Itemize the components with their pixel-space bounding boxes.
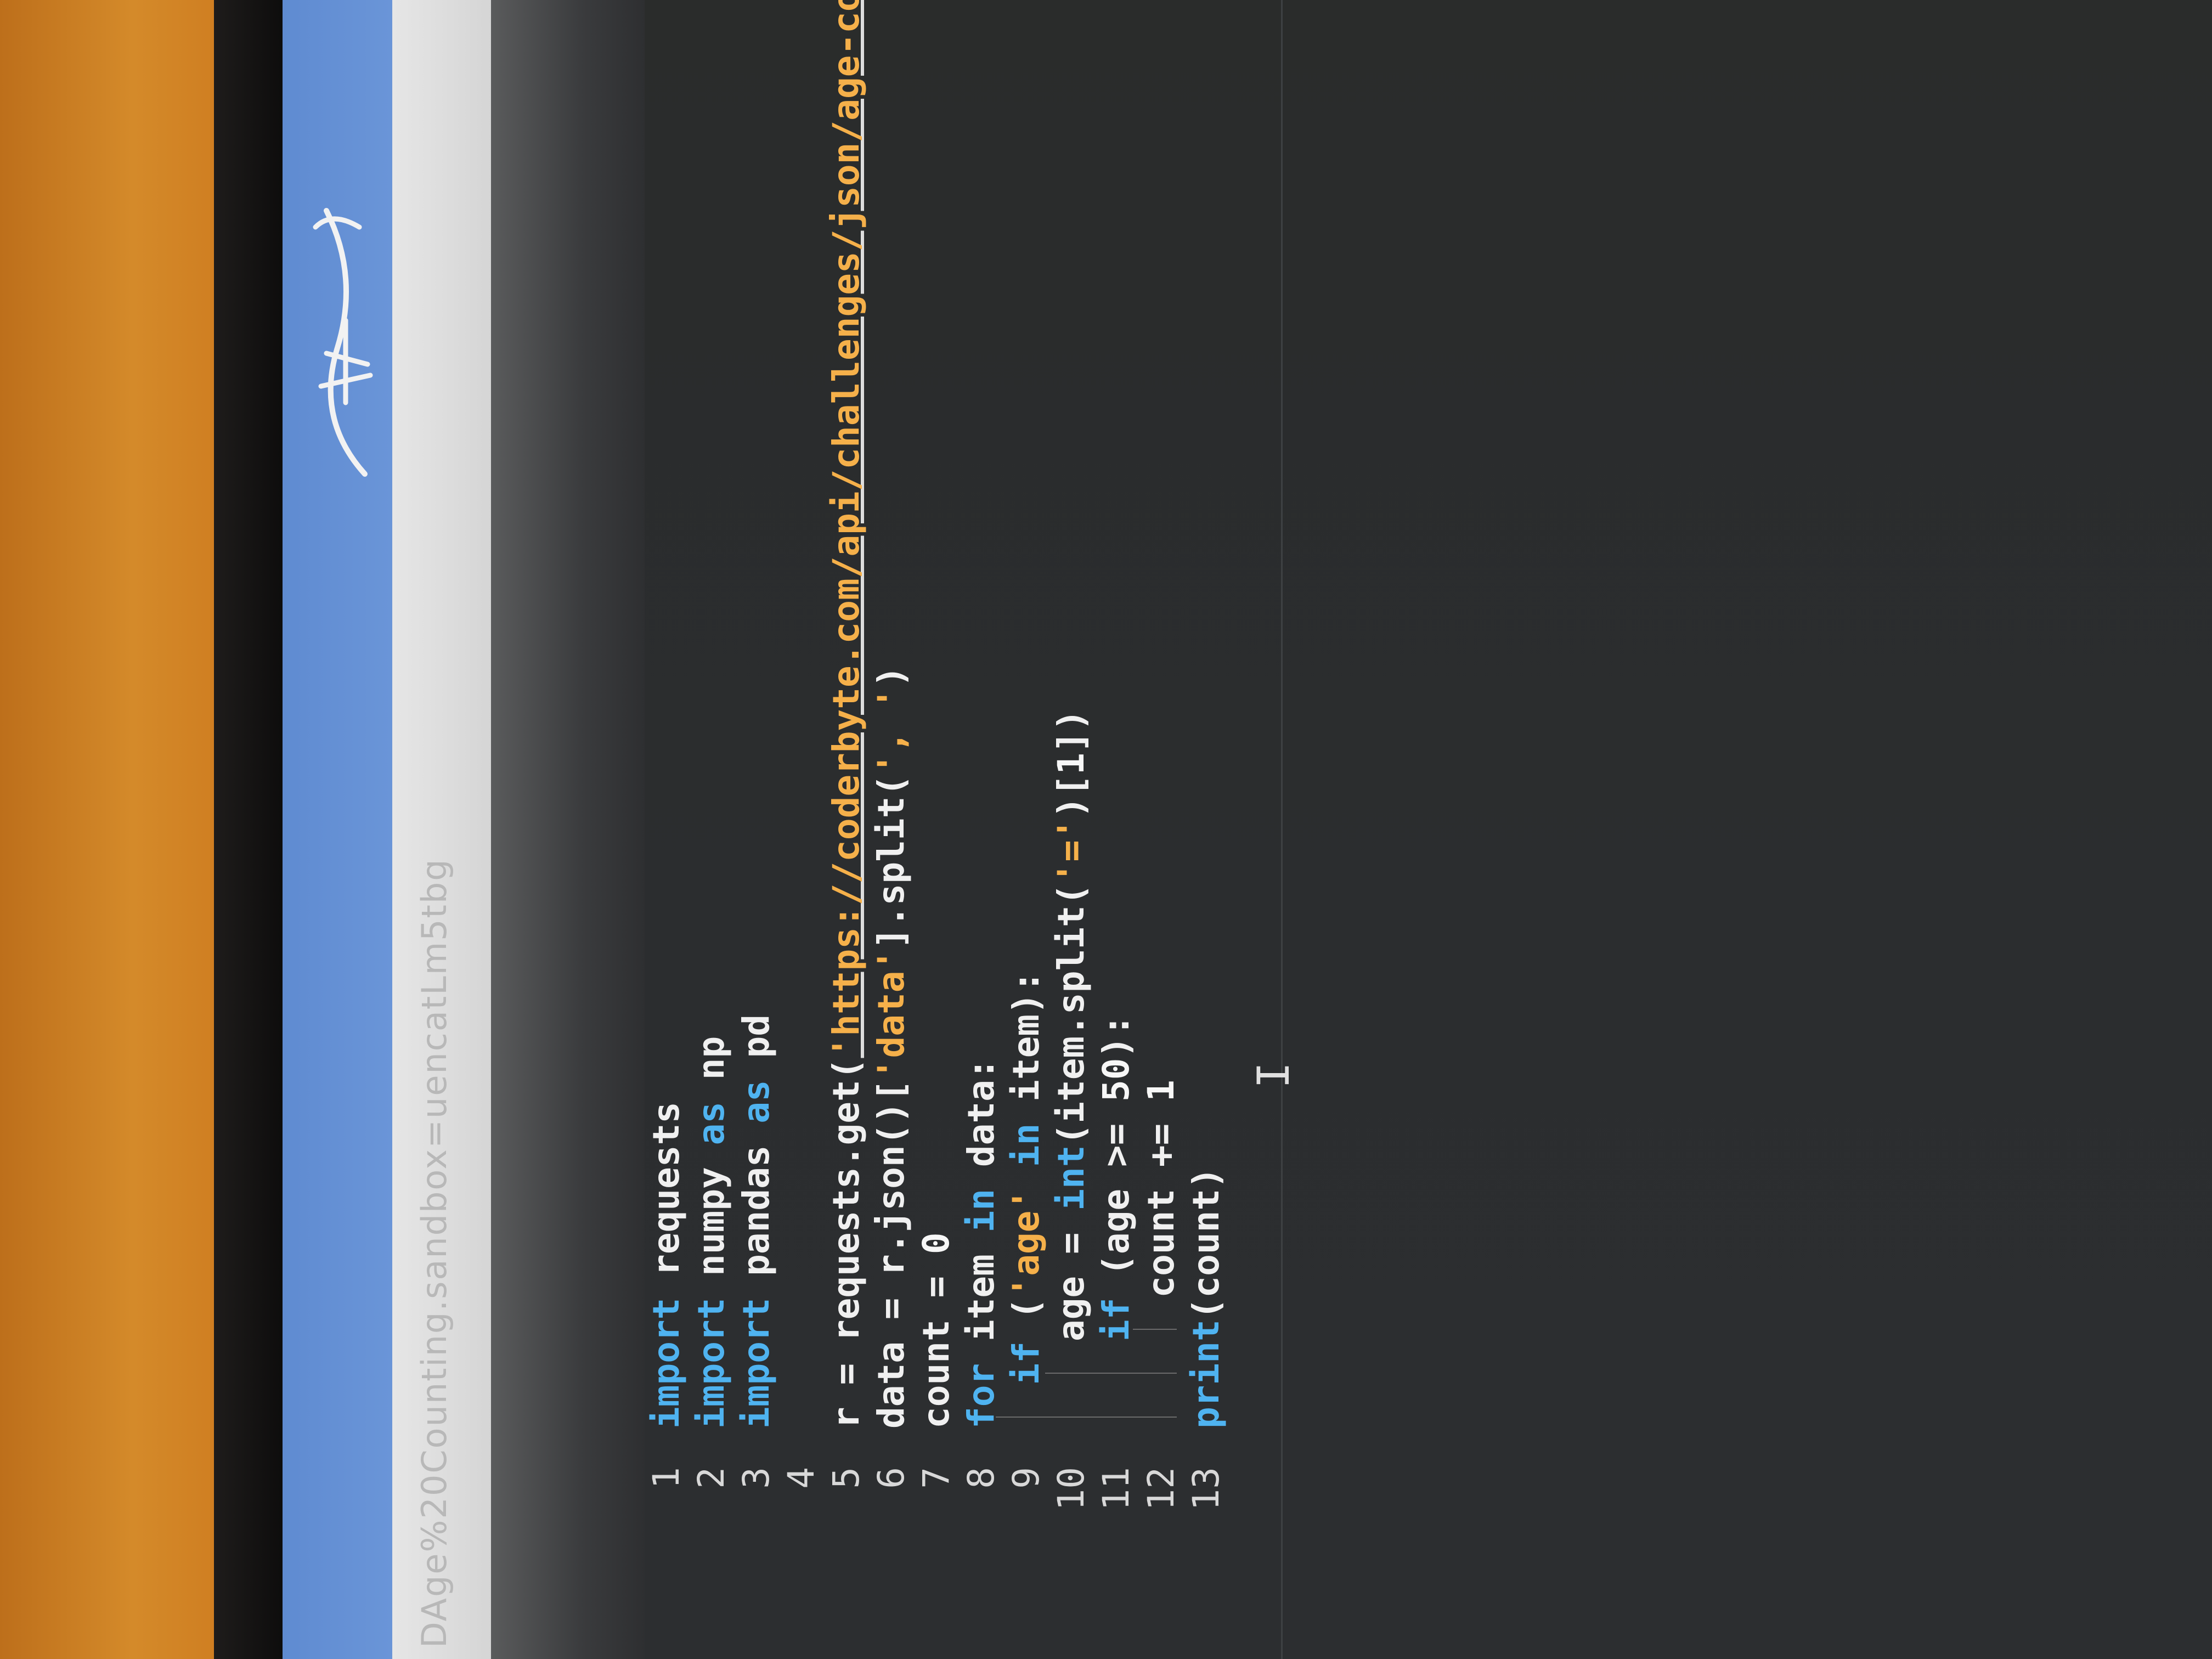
- code-token: '=': [1050, 818, 1092, 884]
- line-code: r = requests.get('https://coderbyte.com/…: [825, 0, 868, 1429]
- code-line[interactable]: 11 if (age >= 50):: [1094, 0, 1138, 1659]
- code-token: numpy: [690, 1145, 732, 1298]
- code-line[interactable]: 6 data = r.json()['data'].split(', '): [870, 0, 913, 1659]
- code-editor[interactable]: 1 import requests 2 import numpy as np 3 impo…: [645, 0, 2212, 1659]
- line-number: 2: [690, 1467, 732, 1489]
- code-line[interactable]: 10 age = int(item.split('=')[1]): [1049, 0, 1093, 1659]
- line-number: 5: [825, 1467, 867, 1489]
- code-line[interactable]: 2 import numpy as np: [690, 0, 733, 1659]
- line-number: 3: [735, 1467, 777, 1489]
- code-token: data:: [960, 1058, 1002, 1189]
- editor-toolbar: [491, 0, 645, 1659]
- code-token: for: [960, 1363, 1002, 1429]
- code-line[interactable]: 1 import requests: [645, 0, 689, 1659]
- code-token: np: [690, 1036, 732, 1102]
- code-line[interactable]: 13 print(count): [1184, 0, 1228, 1659]
- code-token: 0: [915, 1232, 957, 1255]
- code-token: data = r.json()[: [870, 1080, 912, 1429]
- code-token: ', ': [870, 687, 912, 775]
- code-line[interactable]: 7 count = 0: [915, 0, 958, 1659]
- photo-background: DAge%20Counting.sandbox=uencatLm5tbg 1 im…: [0, 0, 2212, 1659]
- code-token: as: [690, 1101, 732, 1146]
- line-number: 11: [1095, 1467, 1137, 1511]
- code-token: ):: [1095, 1014, 1137, 1058]
- code-line[interactable]: 3 import pandas as pd: [735, 0, 778, 1659]
- line-code: import requests: [645, 1102, 689, 1429]
- code-token: (: [1005, 1297, 1047, 1342]
- code-token: int: [1050, 1145, 1092, 1211]
- line-code: count = 0: [915, 1232, 958, 1429]
- code-token: if: [1005, 1341, 1047, 1385]
- active-line-divider: [1281, 0, 1283, 1659]
- code-token: r = requests.get(: [825, 1058, 867, 1429]
- code-token: count =: [915, 1254, 957, 1429]
- code-line[interactable]: 4: [780, 0, 823, 1659]
- indent-guide: [1133, 1329, 1177, 1330]
- code-token: count +=: [1140, 1101, 1182, 1429]
- code-token: import: [645, 1297, 687, 1429]
- code-token: )[: [1050, 774, 1092, 819]
- code-token: in: [960, 1188, 1002, 1233]
- line-code: for item in data:: [960, 1058, 1003, 1429]
- code-token: ].split(: [870, 774, 912, 949]
- code-line[interactable]: 12 count += 1: [1139, 0, 1183, 1659]
- code-token: requests: [645, 1101, 687, 1298]
- line-code: age = int(item.split('=')[1]): [1049, 709, 1093, 1429]
- code-token: (age >=: [1095, 1101, 1137, 1298]
- code-token: import: [690, 1297, 732, 1429]
- code-line[interactable]: 8 for item in data:: [960, 0, 1003, 1659]
- text-cursor-icon: I: [1248, 1062, 1299, 1088]
- line-code: print(count): [1184, 1167, 1228, 1429]
- line-code: import numpy as np: [690, 1036, 733, 1429]
- code-token: 'https://coderbyte.com/api/challenges/js…: [825, 0, 867, 1058]
- indent-guide: [1045, 1373, 1177, 1374]
- code-token: if: [1095, 1297, 1137, 1342]
- line-code: count += 1: [1139, 1080, 1183, 1429]
- site-logo-icon: [313, 208, 373, 477]
- code-token: item: [960, 1232, 1002, 1363]
- line-number: 4: [780, 1467, 822, 1489]
- code-token: pd: [735, 1014, 777, 1080]
- code-token: 'data': [870, 949, 912, 1080]
- line-code: if ('age' in item):: [1005, 970, 1048, 1429]
- code-token: age =: [1050, 1210, 1092, 1429]
- code-token: print: [1185, 1319, 1227, 1429]
- code-token: 1: [1140, 1080, 1182, 1102]
- code-token: pandas: [735, 1123, 777, 1298]
- code-token: import: [735, 1297, 777, 1429]
- line-code: import pandas as pd: [735, 1014, 778, 1429]
- line-code: if (age >= 50):: [1094, 1014, 1138, 1429]
- address-url[interactable]: DAge%20Counting.sandbox=uencatLm5tbg: [414, 858, 454, 1648]
- line-number: 8: [960, 1467, 1002, 1489]
- code-token: item):: [1005, 970, 1047, 1124]
- line-code: data = r.json()['data'].split(', '): [870, 665, 913, 1429]
- code-token: ]): [1050, 709, 1092, 753]
- code-token: as: [735, 1080, 777, 1124]
- code-line[interactable]: 9 if ('age' in item):: [1005, 0, 1048, 1659]
- line-number: 7: [915, 1467, 957, 1489]
- code-token: in: [1005, 1123, 1047, 1167]
- code-token: 1: [1050, 753, 1092, 775]
- line-number: 9: [1005, 1467, 1047, 1489]
- code-token: 'age': [1005, 1188, 1047, 1298]
- indent-guide: [996, 1417, 1177, 1418]
- monitor-screen: DAge%20Counting.sandbox=uencatLm5tbg 1 im…: [283, 0, 2212, 1659]
- line-number: 6: [870, 1467, 912, 1489]
- code-token: (item.split(: [1050, 883, 1092, 1146]
- line-number: 12: [1140, 1467, 1182, 1511]
- line-number: 10: [1050, 1467, 1092, 1511]
- monitor-bezel: [214, 0, 285, 1659]
- code-token: (count): [1185, 1167, 1227, 1320]
- code-token: ): [870, 665, 912, 687]
- line-number: 1: [645, 1467, 687, 1489]
- line-number: 13: [1185, 1467, 1227, 1511]
- code-token: 50: [1095, 1058, 1137, 1102]
- code-line[interactable]: 5 r = requests.get('https://coderbyte.com…: [825, 0, 868, 1659]
- browser-address-bar[interactable]: DAge%20Counting.sandbox=uencatLm5tbg: [392, 0, 491, 1659]
